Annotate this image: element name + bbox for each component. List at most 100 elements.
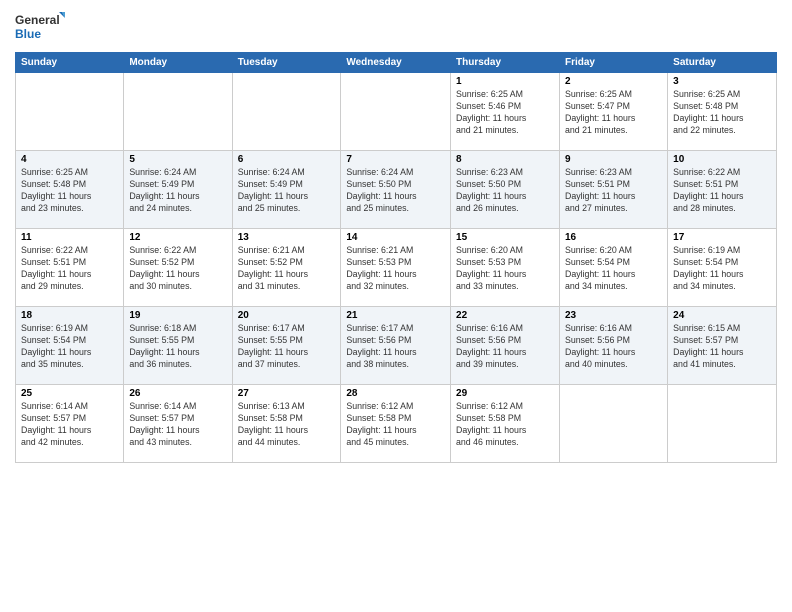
day-info: Sunrise: 6:22 AM Sunset: 5:51 PM Dayligh… — [673, 167, 771, 215]
day-info: Sunrise: 6:20 AM Sunset: 5:54 PM Dayligh… — [565, 245, 662, 293]
calendar-cell: 21 Sunrise: 6:17 AM Sunset: 5:56 PM Dayli… — [341, 307, 451, 385]
day-info: Sunrise: 6:24 AM Sunset: 5:49 PM Dayligh… — [238, 167, 336, 215]
day-info: Sunrise: 6:17 AM Sunset: 5:56 PM Dayligh… — [346, 323, 445, 371]
day-number: 24 — [673, 310, 771, 321]
calendar-cell: 22 Sunrise: 6:16 AM Sunset: 5:56 PM Dayli… — [451, 307, 560, 385]
header: General Blue — [15, 10, 777, 46]
calendar-cell: 25 Sunrise: 6:14 AM Sunset: 5:57 PM Dayli… — [16, 385, 124, 463]
day-info: Sunrise: 6:19 AM Sunset: 5:54 PM Dayligh… — [21, 323, 118, 371]
day-info: Sunrise: 6:21 AM Sunset: 5:52 PM Dayligh… — [238, 245, 336, 293]
week-row-4: 18 Sunrise: 6:19 AM Sunset: 5:54 PM Dayli… — [16, 307, 777, 385]
svg-text:Blue: Blue — [15, 27, 41, 41]
calendar-cell: 26 Sunrise: 6:14 AM Sunset: 5:57 PM Dayli… — [124, 385, 232, 463]
svg-text:General: General — [15, 13, 60, 27]
day-number: 2 — [565, 76, 662, 87]
day-info: Sunrise: 6:19 AM Sunset: 5:54 PM Dayligh… — [673, 245, 771, 293]
calendar-cell: 9Sunrise: 6:23 AM Sunset: 5:51 PM Daylig… — [559, 151, 667, 229]
calendar-cell: 15Sunrise: 6:20 AM Sunset: 5:53 PM Dayli… — [451, 229, 560, 307]
calendar-cell: 4 Sunrise: 6:25 AM Sunset: 5:48 PM Daylig… — [16, 151, 124, 229]
calendar-cell — [559, 385, 667, 463]
day-info: Sunrise: 6:22 AM Sunset: 5:51 PM Dayligh… — [21, 245, 118, 293]
calendar-cell — [341, 73, 451, 151]
day-info: Sunrise: 6:25 AM Sunset: 5:47 PM Dayligh… — [565, 89, 662, 137]
day-info: Sunrise: 6:15 AM Sunset: 5:57 PM Dayligh… — [673, 323, 771, 371]
calendar-cell: 27 Sunrise: 6:13 AM Sunset: 5:58 PM Dayli… — [232, 385, 341, 463]
day-number: 17 — [673, 232, 771, 243]
header-friday: Friday — [559, 53, 667, 73]
header-wednesday: Wednesday — [341, 53, 451, 73]
day-info: Sunrise: 6:14 AM Sunset: 5:57 PM Dayligh… — [129, 401, 226, 449]
header-monday: Monday — [124, 53, 232, 73]
calendar-cell: 8Sunrise: 6:23 AM Sunset: 5:50 PM Daylig… — [451, 151, 560, 229]
day-info: Sunrise: 6:13 AM Sunset: 5:58 PM Dayligh… — [238, 401, 336, 449]
calendar-cell: 6 Sunrise: 6:24 AM Sunset: 5:49 PM Daylig… — [232, 151, 341, 229]
header-sunday: Sunday — [16, 53, 124, 73]
day-info: Sunrise: 6:25 AM Sunset: 5:46 PM Dayligh… — [456, 89, 554, 137]
calendar-cell: 13 Sunrise: 6:21 AM Sunset: 5:52 PM Dayli… — [232, 229, 341, 307]
calendar-cell: 14 Sunrise: 6:21 AM Sunset: 5:53 PM Dayli… — [341, 229, 451, 307]
calendar-cell: 7Sunrise: 6:24 AM Sunset: 5:50 PM Daylig… — [341, 151, 451, 229]
week-row-2: 4 Sunrise: 6:25 AM Sunset: 5:48 PM Daylig… — [16, 151, 777, 229]
day-number: 6 — [238, 154, 336, 165]
day-info: Sunrise: 6:23 AM Sunset: 5:51 PM Dayligh… — [565, 167, 662, 215]
day-number: 19 — [129, 310, 226, 321]
day-number: 4 — [21, 154, 118, 165]
logo: General Blue — [15, 10, 65, 46]
day-info: Sunrise: 6:16 AM Sunset: 5:56 PM Dayligh… — [456, 323, 554, 371]
day-info: Sunrise: 6:12 AM Sunset: 5:58 PM Dayligh… — [346, 401, 445, 449]
day-number: 12 — [129, 232, 226, 243]
day-number: 27 — [238, 388, 336, 399]
week-row-1: 1 Sunrise: 6:25 AM Sunset: 5:46 PM Daylig… — [16, 73, 777, 151]
calendar-cell: 29 Sunrise: 6:12 AM Sunset: 5:58 PM Dayli… — [451, 385, 560, 463]
calendar-cell: 16 Sunrise: 6:20 AM Sunset: 5:54 PM Dayli… — [559, 229, 667, 307]
header-thursday: Thursday — [451, 53, 560, 73]
day-number: 14 — [346, 232, 445, 243]
day-number: 13 — [238, 232, 336, 243]
day-number: 1 — [456, 76, 554, 87]
calendar-cell — [16, 73, 124, 151]
day-number: 23 — [565, 310, 662, 321]
calendar-table: SundayMondayTuesdayWednesdayThursdayFrid… — [15, 52, 777, 463]
calendar-cell: 20Sunrise: 6:17 AM Sunset: 5:55 PM Dayli… — [232, 307, 341, 385]
calendar-cell: 3Sunrise: 6:25 AM Sunset: 5:48 PM Daylig… — [668, 73, 777, 151]
day-number: 21 — [346, 310, 445, 321]
header-saturday: Saturday — [668, 53, 777, 73]
calendar-cell: 12 Sunrise: 6:22 AM Sunset: 5:52 PM Dayli… — [124, 229, 232, 307]
day-number: 16 — [565, 232, 662, 243]
calendar-cell: 23 Sunrise: 6:16 AM Sunset: 5:56 PM Dayli… — [559, 307, 667, 385]
calendar-cell: 28Sunrise: 6:12 AM Sunset: 5:58 PM Dayli… — [341, 385, 451, 463]
calendar-cell: 24 Sunrise: 6:15 AM Sunset: 5:57 PM Dayli… — [668, 307, 777, 385]
day-info: Sunrise: 6:24 AM Sunset: 5:49 PM Dayligh… — [129, 167, 226, 215]
day-info: Sunrise: 6:22 AM Sunset: 5:52 PM Dayligh… — [129, 245, 226, 293]
week-row-5: 25 Sunrise: 6:14 AM Sunset: 5:57 PM Dayli… — [16, 385, 777, 463]
day-number: 22 — [456, 310, 554, 321]
calendar-cell: 5 Sunrise: 6:24 AM Sunset: 5:49 PM Daylig… — [124, 151, 232, 229]
day-info: Sunrise: 6:14 AM Sunset: 5:57 PM Dayligh… — [21, 401, 118, 449]
day-number: 10 — [673, 154, 771, 165]
calendar-cell: 18 Sunrise: 6:19 AM Sunset: 5:54 PM Dayli… — [16, 307, 124, 385]
logo-svg: General Blue — [15, 10, 65, 46]
day-number: 25 — [21, 388, 118, 399]
calendar-cell: 19 Sunrise: 6:18 AM Sunset: 5:55 PM Dayli… — [124, 307, 232, 385]
day-number: 5 — [129, 154, 226, 165]
day-info: Sunrise: 6:20 AM Sunset: 5:53 PM Dayligh… — [456, 245, 554, 293]
day-info: Sunrise: 6:12 AM Sunset: 5:58 PM Dayligh… — [456, 401, 554, 449]
day-info: Sunrise: 6:21 AM Sunset: 5:53 PM Dayligh… — [346, 245, 445, 293]
day-info: Sunrise: 6:16 AM Sunset: 5:56 PM Dayligh… — [565, 323, 662, 371]
calendar-cell — [668, 385, 777, 463]
calendar-cell: 2 Sunrise: 6:25 AM Sunset: 5:47 PM Daylig… — [559, 73, 667, 151]
day-number: 18 — [21, 310, 118, 321]
page: General Blue SundayMondayTuesdayWednesda… — [0, 0, 792, 612]
calendar-cell: 10 Sunrise: 6:22 AM Sunset: 5:51 PM Dayli… — [668, 151, 777, 229]
calendar-cell: 1 Sunrise: 6:25 AM Sunset: 5:46 PM Daylig… — [451, 73, 560, 151]
day-number: 26 — [129, 388, 226, 399]
day-number: 29 — [456, 388, 554, 399]
calendar-cell: 17 Sunrise: 6:19 AM Sunset: 5:54 PM Dayli… — [668, 229, 777, 307]
day-number: 7 — [346, 154, 445, 165]
day-info: Sunrise: 6:18 AM Sunset: 5:55 PM Dayligh… — [129, 323, 226, 371]
calendar-header-row: SundayMondayTuesdayWednesdayThursdayFrid… — [16, 53, 777, 73]
day-info: Sunrise: 6:23 AM Sunset: 5:50 PM Dayligh… — [456, 167, 554, 215]
day-info: Sunrise: 6:25 AM Sunset: 5:48 PM Dayligh… — [21, 167, 118, 215]
calendar-cell — [232, 73, 341, 151]
day-number: 3 — [673, 76, 771, 87]
